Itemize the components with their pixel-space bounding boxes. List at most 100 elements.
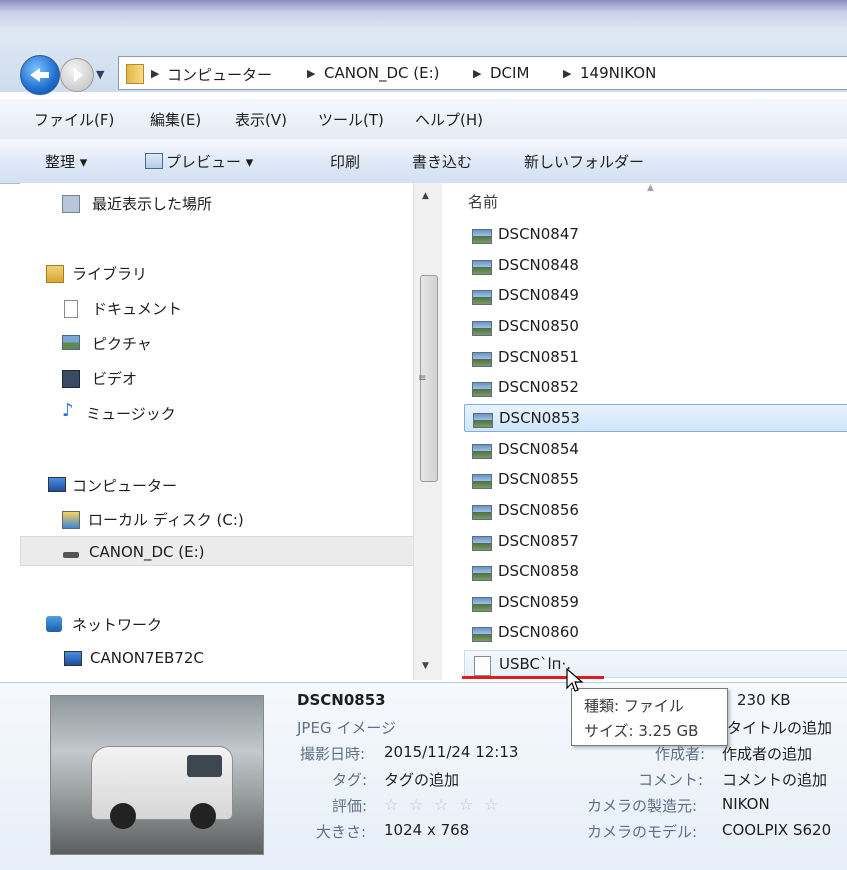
breadcrumb-computer[interactable]: コンピューター [167,64,272,85]
file-item[interactable]: DSCN0854 [464,436,847,464]
title-value[interactable]: タイトルの追加 [727,717,832,738]
jpeg-image-icon [472,382,492,397]
burn-button[interactable]: 書き込む [412,151,472,172]
breadcrumb-arrow-icon[interactable]: ▶ [151,67,159,80]
preview-icon [145,153,163,169]
file-name: DSCN0852 [498,378,579,396]
file-item-suspicious[interactable]: USBC`lп·. [464,650,847,678]
breadcrumb-canon-dc[interactable]: CANON_DC (E:) [324,64,440,82]
comment-label: コメント: [638,771,704,789]
scroll-up-icon[interactable]: ▲ [422,191,429,201]
command-bar: 整理 ▾ プレビュー ▾ 印刷 書き込む 新しいフォルダー [0,139,847,184]
file-item[interactable]: DSCN0857 [464,528,847,556]
comment-value[interactable]: コメントの追加 [722,769,827,790]
jpeg-image-icon [472,566,492,581]
file-name: DSCN0853 [499,409,580,427]
van-image [91,746,233,829]
column-header-name[interactable]: 名前 [468,191,498,212]
breadcrumb-arrow-icon[interactable]: ▶ [473,67,481,80]
breadcrumb-dcim[interactable]: DCIM [490,64,529,82]
forward-button[interactable] [60,58,94,92]
nav-item-documents[interactable]: ドキュメント [20,292,418,322]
print-button[interactable]: 印刷 [330,151,360,172]
new-folder-button[interactable]: 新しいフォルダー [524,151,644,172]
file-item[interactable]: DSCN0856 [464,497,847,525]
file-item[interactable]: DSCN0858 [464,558,847,586]
file-item-selected[interactable]: DSCN0853 [464,404,847,432]
tooltip-size: サイズ: 3.25 GB [584,722,699,740]
camera-maker-label: カメラの製造元: [587,797,698,815]
tags-label: タグ: [332,771,368,789]
file-item[interactable]: DSCN0859 [464,589,847,617]
tags-value[interactable]: タグの追加 [384,769,459,790]
back-button[interactable] [20,55,60,95]
recent-pages-dropdown-icon[interactable]: ▼ [96,68,104,81]
file-name: USBC`lп·. [499,655,572,673]
rating-star-icon[interactable]: ☆ [434,795,448,814]
dimensions-label: 大きさ: [316,823,367,841]
jpeg-image-icon [472,474,492,489]
file-item[interactable]: DSCN0850 [464,313,847,341]
organize-button[interactable]: 整理 ▾ [45,151,87,172]
menu-file[interactable]: ファイル(F) [34,109,114,130]
file-item[interactable]: DSCN0851 [464,344,847,372]
rating-label: 評価: [332,797,368,815]
nav-item-music[interactable]: ♪ ミュージック [20,397,418,427]
menu-edit[interactable]: 編集(E) [150,109,201,130]
file-name: DSCN0859 [498,593,579,611]
rating-star-icon[interactable]: ☆ [409,795,423,814]
file-item[interactable]: DSCN0848 [464,252,847,280]
file-name: DSCN0854 [498,440,579,458]
jpeg-image-icon [472,505,492,520]
menu-tools[interactable]: ツール(T) [318,109,384,130]
breadcrumb-arrow-icon[interactable]: ▶ [307,67,315,80]
nav-item-libraries[interactable]: ライブラリ [20,257,418,287]
nav-item-network[interactable]: ネットワーク [20,608,418,638]
breadcrumb-149nikon[interactable]: 149NIKON [580,64,656,82]
file-name: DSCN0851 [498,348,579,366]
file-list: ▲ 名前 DSCN0847 DSCN0848 DSCN0849 DSCN0850… [442,183,847,680]
file-item[interactable]: DSCN0852 [464,374,847,402]
nav-item-canon-dc[interactable]: CANON_DC (E:) [20,536,418,566]
jpeg-image-icon [473,413,493,428]
nav-item-canon-host[interactable]: CANON7EB72C [20,643,418,673]
van-window [187,755,222,777]
size-value: 230 KB [737,691,791,709]
jpeg-image-icon [472,229,492,244]
nav-label: コンピューター [72,477,178,495]
breadcrumb-arrow-icon[interactable]: ▶ [563,67,571,80]
file-name: DSCN0850 [498,317,579,335]
nav-item-pictures[interactable]: ピクチャ [20,327,418,357]
local-disk-icon [62,511,80,529]
file-name: DSCN0855 [498,470,579,488]
file-name: DSCN0848 [498,256,579,274]
menu-view[interactable]: 表示(V) [235,109,287,130]
author-value[interactable]: 作成者の追加 [722,743,812,764]
file-item[interactable]: DSCN0860 [464,619,847,647]
menu-help[interactable]: ヘルプ(H) [415,109,483,130]
rating-star-icon[interactable]: ☆ [484,795,498,814]
nav-item-local-disk[interactable]: ローカル ディスク (C:) [20,503,418,533]
nav-item-computer[interactable]: コンピューター [20,469,418,499]
file-item[interactable]: DSCN0855 [464,466,847,494]
rating-star-icon[interactable]: ☆ [384,795,398,814]
network-computer-icon [64,651,82,666]
nav-label: ミュージック [86,405,176,423]
nav-item-videos[interactable]: ビデオ [20,362,418,392]
jpeg-image-icon [472,352,492,367]
rating-star-icon[interactable]: ☆ [459,795,473,814]
date-value[interactable]: 2015/11/24 12:13 [384,743,518,761]
navigation-scrollbar[interactable]: ▲ ≡ ▼ [413,183,442,680]
file-item[interactable]: DSCN0847 [464,221,847,249]
details-filetype: JPEG イメージ [297,719,397,737]
scroll-down-icon[interactable]: ▼ [422,661,429,671]
generic-file-icon [474,656,491,676]
preview-button[interactable]: プレビュー ▾ [166,151,253,172]
nav-label: CANON_DC (E:) [89,543,205,561]
nav-item-recent[interactable]: 最近表示した場所 [20,187,418,217]
file-item[interactable]: DSCN0849 [464,282,847,310]
removable-drive-icon [63,552,79,558]
folder-icon [126,64,144,84]
address-bar[interactable]: ▶ コンピューター ▶ CANON_DC (E:) ▶ DCIM ▶ 149NI… [118,56,847,90]
nav-label: ビデオ [92,370,138,388]
